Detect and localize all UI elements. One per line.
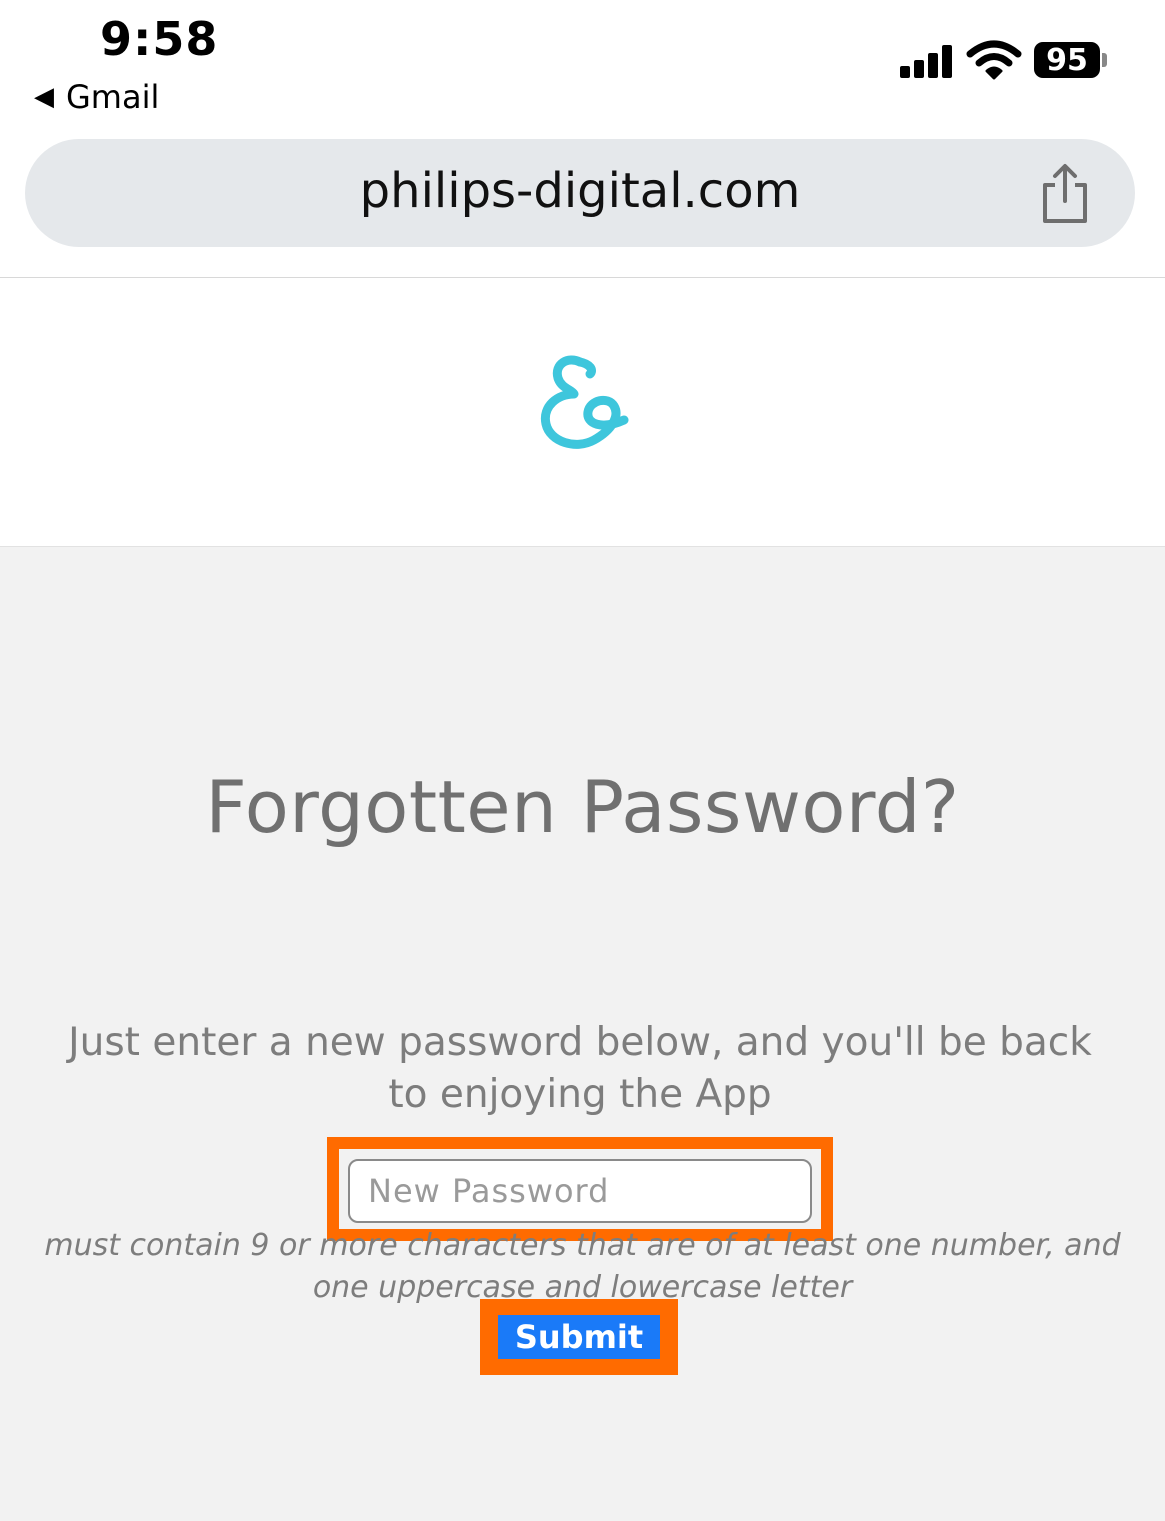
back-triangle-icon: ◀ (34, 82, 54, 112)
status-bar: 9:58 ◀ Gmail 95 (0, 0, 1165, 130)
ampersand-logo-icon (540, 355, 629, 449)
password-requirements-hint: must contain 9 or more characters that a… (44, 1228, 1121, 1305)
address-bar[interactable]: philips-digital.com (25, 139, 1135, 247)
battery-nub (1102, 53, 1107, 67)
status-time: 9:58 (100, 12, 219, 66)
wifi-icon (966, 40, 1022, 80)
main-content: Forgotten Password? Just enter a new pas… (0, 546, 1165, 1521)
submit-button[interactable]: Submit (498, 1315, 660, 1359)
back-to-app-link[interactable]: ◀ Gmail (34, 78, 159, 116)
url-text[interactable]: philips-digital.com (25, 163, 1135, 219)
new-password-input[interactable] (348, 1159, 812, 1223)
site-header (0, 278, 1165, 546)
cellular-signal-icon (900, 44, 956, 78)
battery-icon: 95 (1034, 42, 1100, 78)
share-icon[interactable] (1037, 161, 1093, 225)
back-app-label: Gmail (66, 78, 160, 116)
page-title: Forgotten Password? (205, 765, 960, 849)
page-subtitle: Just enter a new password below, and you… (68, 1020, 1092, 1117)
